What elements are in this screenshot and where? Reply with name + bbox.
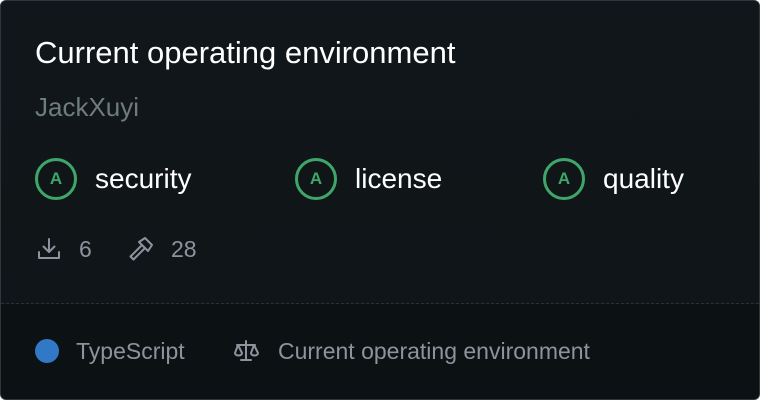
security-grade-badge: A — [35, 158, 77, 200]
language-color-dot — [35, 339, 59, 363]
security-score-label: security — [95, 163, 192, 194]
builds-stat: 28 — [127, 233, 197, 265]
package-owner[interactable]: JackXuyi — [35, 92, 139, 123]
hammer-icon — [129, 237, 153, 261]
downloads-stat: 6 — [35, 233, 92, 265]
package-card: Current operating environment JackXuyi A… — [0, 0, 760, 400]
license-grade-badge: A — [295, 158, 337, 200]
quality-score: A quality — [543, 155, 684, 203]
builds-count: 28 — [171, 235, 197, 262]
license-score-label: license — [355, 163, 443, 194]
security-score: A security — [35, 155, 191, 203]
downloads-count: 6 — [79, 235, 92, 262]
language-label: TypeScript — [76, 338, 185, 364]
quality-grade-badge: A — [543, 158, 585, 200]
package-title[interactable]: Current operating environment — [35, 35, 455, 71]
license-score: A license — [295, 155, 442, 203]
quality-score-label: quality — [603, 163, 684, 194]
scale-icon — [234, 340, 259, 361]
license-label: Current operating environment — [278, 338, 590, 364]
download-icon — [38, 238, 60, 259]
